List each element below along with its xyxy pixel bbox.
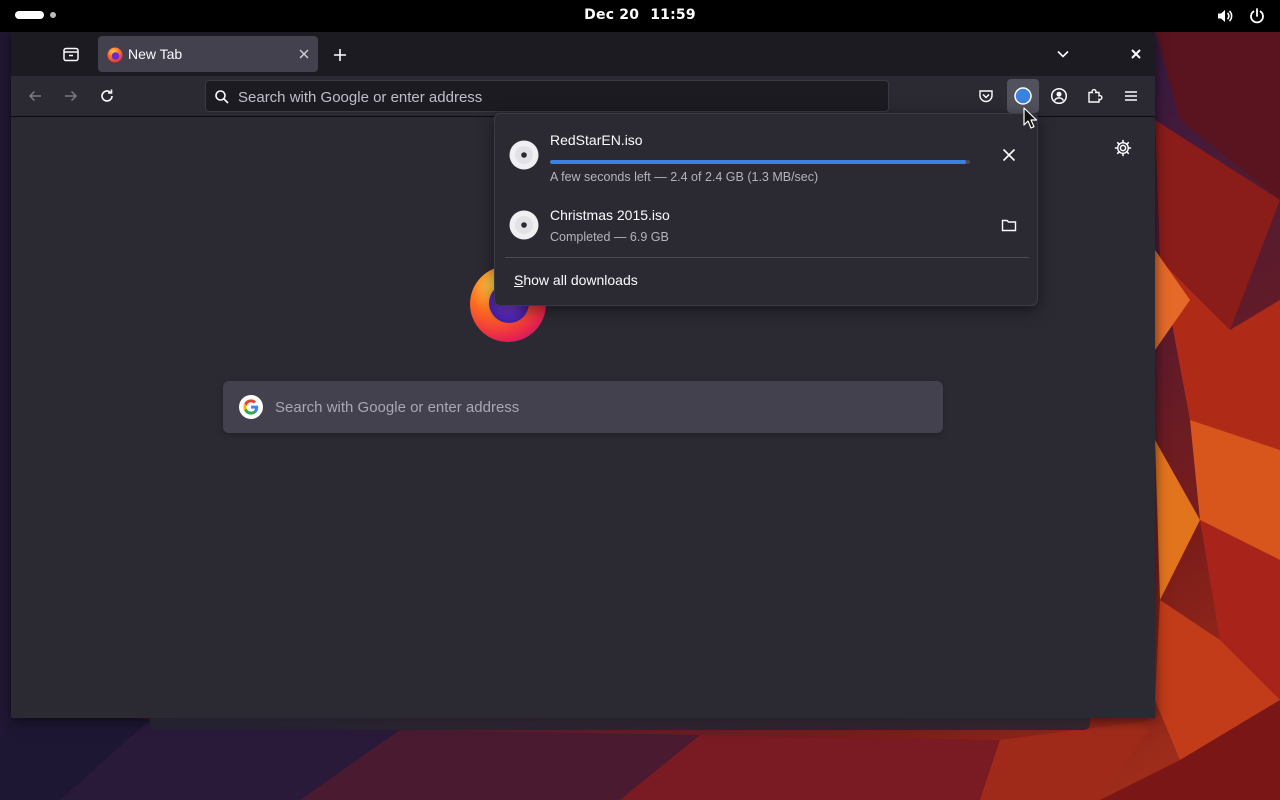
forward-icon [65, 90, 78, 102]
show-all-downloads-label: how all downloads [523, 272, 638, 288]
extensions-icon [1088, 89, 1103, 103]
firefox-view-button[interactable] [59, 44, 83, 64]
new-tab-search-input[interactable] [275, 393, 925, 421]
url-input[interactable] [238, 85, 878, 109]
tab-bar: New Tab [11, 32, 1155, 76]
download-filename: RedStarEN.iso [550, 132, 643, 148]
tab-new-tab[interactable]: New Tab [98, 36, 318, 72]
panel-separator [505, 257, 1029, 258]
chevron-down-icon [1057, 50, 1069, 58]
download-filename: Christmas 2015.iso [550, 207, 670, 223]
show-all-downloads-button[interactable]: Show all downloads [514, 272, 638, 288]
disc-icon [509, 140, 539, 170]
firefox-view-icon [63, 47, 79, 62]
cancel-download-button[interactable] [995, 141, 1023, 169]
new-tab-button[interactable] [329, 44, 351, 66]
navigation-toolbar [11, 76, 1155, 117]
pocket-button[interactable] [974, 84, 998, 108]
account-button[interactable] [1047, 84, 1071, 108]
mouse-pointer-icon [1023, 107, 1037, 129]
cancel-icon [1002, 148, 1016, 162]
gear-icon[interactable] [1114, 139, 1132, 157]
show-in-folder-button[interactable] [995, 211, 1023, 239]
download-status: A few seconds left — 2.4 of 2.4 GB (1.3 … [550, 170, 819, 184]
pocket-icon [979, 90, 993, 103]
forward-button[interactable] [59, 84, 83, 108]
reload-icon [101, 89, 113, 102]
extensions-button[interactable] [1083, 84, 1107, 108]
downloads-panel: RedStarEN.iso A few seconds left — 2.4 o… [494, 113, 1038, 306]
clock-time: 11:59 [650, 7, 696, 23]
download-item[interactable]: Christmas 2015.iso Completed — 6.9 GB [495, 189, 1039, 259]
clock-date: Dec 20 [584, 7, 640, 23]
download-progress-fill [550, 160, 966, 164]
window-shadow-edge [150, 718, 1090, 730]
access-key: S [514, 272, 524, 288]
new-tab-search-box[interactable] [223, 381, 943, 433]
system-tray[interactable] [1216, 7, 1266, 25]
back-button[interactable] [23, 84, 47, 108]
download-progress-bar [550, 160, 970, 164]
close-icon [1131, 49, 1141, 59]
tab-close-icon[interactable] [298, 48, 310, 60]
volume-icon[interactable] [1216, 7, 1234, 25]
list-all-tabs-button[interactable] [1051, 44, 1075, 64]
download-status: Completed — 6.9 GB [550, 230, 669, 244]
window-close-button[interactable] [1125, 44, 1147, 64]
download-item[interactable]: RedStarEN.iso A few seconds left — 2.4 o… [495, 119, 1039, 189]
downloads-icon [1014, 87, 1032, 105]
folder-icon [1001, 219, 1017, 232]
app-menu-button[interactable] [1119, 84, 1143, 108]
plus-icon [334, 49, 346, 61]
url-bar[interactable] [205, 80, 889, 112]
power-icon[interactable] [1248, 7, 1266, 25]
google-icon [239, 395, 263, 419]
menu-icon [1125, 91, 1137, 101]
back-icon [28, 90, 41, 102]
system-top-bar: Dec 20 11:59 [0, 0, 1280, 32]
account-icon [1050, 87, 1068, 105]
tab-title: New Tab [128, 46, 183, 62]
reload-button[interactable] [95, 84, 119, 108]
clock[interactable]: Dec 20 11:59 [0, 7, 1280, 23]
disc-icon [509, 210, 539, 240]
firefox-icon [107, 47, 123, 63]
search-icon [215, 90, 229, 104]
